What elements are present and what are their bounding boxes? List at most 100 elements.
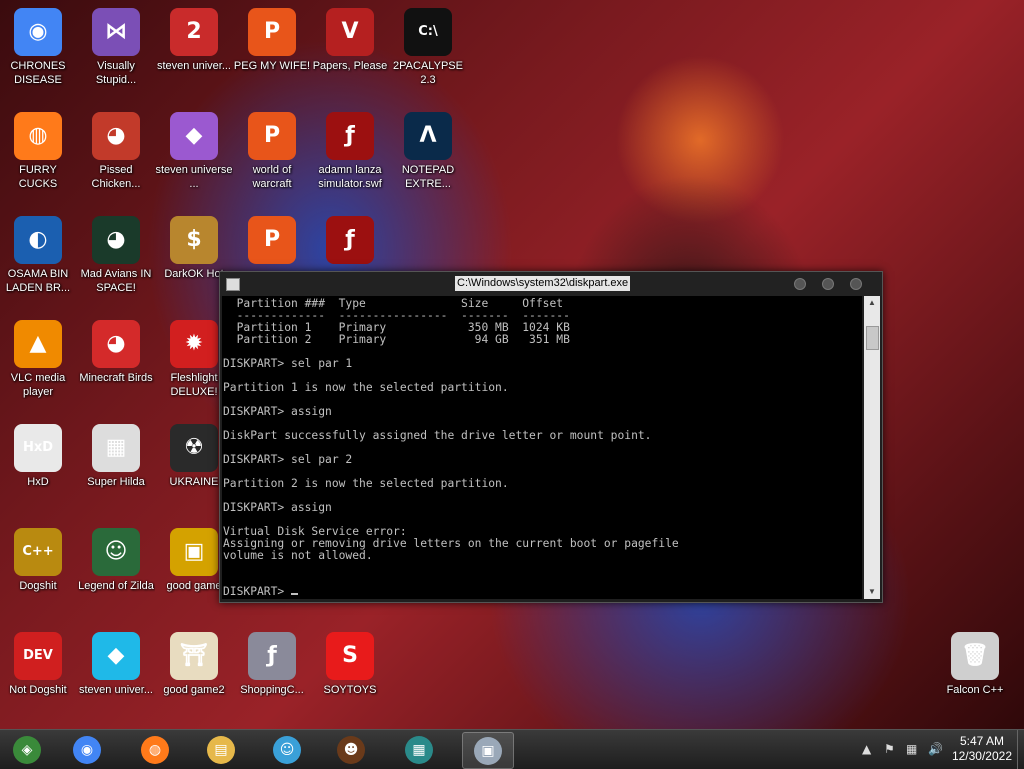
taskbar-button[interactable]: ◉: [62, 732, 112, 767]
dev-cpp-icon: DEV: [14, 632, 62, 680]
desktop-icon[interactable]: C++ Dogshit: [0, 528, 77, 593]
angry-birds-space-icon: ◕: [92, 216, 140, 264]
clock-time: 5:47 AM: [959, 734, 1004, 748]
clock-date: 12/30/2022: [951, 749, 1012, 763]
start-button: ◈: [13, 735, 41, 764]
desktop-icon[interactable]: 2 steven univer...: [155, 8, 233, 73]
desktop-icon-label: steven univer...: [157, 60, 231, 72]
taskbar-button[interactable]: ▦: [394, 732, 444, 767]
console-window-icon: ▣: [474, 736, 502, 765]
taskbar-button[interactable]: ☺: [262, 732, 312, 767]
recycle-bin-icon: 🗑: [951, 632, 999, 680]
chrome-icon: ◉: [14, 8, 62, 56]
chrome-icon: ◉: [73, 735, 101, 764]
desktop-icon-label: Dogshit: [19, 580, 57, 592]
desktop-icon[interactable]: ◕ Mad Avians IN SPACE!: [77, 216, 155, 295]
code-blocks-icon: C++: [14, 528, 62, 576]
taskbar-button[interactable]: ▣: [462, 732, 514, 769]
red-s-icon: S: [326, 632, 374, 680]
console-output[interactable]: Partition ### Type Size Offset ---------…: [222, 296, 862, 599]
desktop-icon[interactable]: ◆ steven univer...: [77, 632, 155, 697]
window-titlebar[interactable]: C:\Windows\system32\diskpart.exe: [220, 272, 882, 296]
desktop-icon-label: Pissed Chicken...: [91, 164, 141, 190]
desktop-icon[interactable]: P PEG MY WIFE!: [233, 8, 311, 73]
papers-please-icon: V: [326, 8, 374, 56]
desktop-icon[interactable]: ƒ adamn lanza simulator.swf: [311, 112, 389, 191]
minimize-button[interactable]: [794, 278, 806, 290]
start-button[interactable]: ◈: [2, 732, 52, 767]
desktop-icon-label: steven univer...: [79, 684, 153, 696]
desktop-icon[interactable]: ƒ ShoppingC...: [233, 632, 311, 697]
desktop-icon-label: Legend of Zilda: [78, 580, 154, 592]
desktop-icon[interactable]: ◕ Minecraft Birds: [77, 320, 155, 385]
desktop-icon-label: steven universe ...: [155, 164, 233, 190]
desktop-icon-label: Falcon C++: [946, 684, 1004, 696]
desktop-icon[interactable]: 🗑 Falcon C++: [936, 632, 1014, 697]
maximize-button[interactable]: [822, 278, 834, 290]
cmd-icon: C:\: [404, 8, 452, 56]
scroll-down-arrow-icon[interactable]: ▼: [864, 585, 880, 599]
p-logo-icon: P: [248, 112, 296, 160]
flag-icon[interactable]: ⚑: [884, 742, 895, 756]
network-icon[interactable]: ▦: [906, 742, 917, 756]
desktop-icon-label: Minecraft Birds: [79, 372, 153, 384]
vertical-scrollbar[interactable]: ▲ ▼: [864, 296, 880, 599]
text-cursor: [291, 593, 299, 595]
desktop-icon-label: VLC media player: [10, 372, 66, 398]
window-title: C:\Windows\system32\diskpart.exe: [455, 276, 631, 291]
desktop-icon[interactable]: C:\ 2PACALYPSE 2.3: [389, 8, 467, 87]
firefox-icon: ◍: [14, 112, 62, 160]
desktop-icon[interactable]: V Papers, Please: [311, 8, 389, 73]
radiation-icon: ☢: [170, 424, 218, 472]
desktop-icon[interactable]: DEV Not Dogshit: [0, 632, 77, 697]
desktop-icon-label: 2PACALYPSE 2.3: [393, 60, 463, 86]
desktop-icon[interactable]: ▲ VLC media player: [0, 320, 77, 399]
desktop-icon[interactable]: ☺ Legend of Zilda: [77, 528, 155, 593]
system-tray: ▲ ⚑ ▦ 🔊 5:47 AM 12/30/2022: [844, 730, 1024, 769]
volume-icon[interactable]: 🔊: [928, 742, 943, 756]
scrollbar-thumb[interactable]: [866, 326, 879, 350]
pixel-character-icon: ☺: [92, 528, 140, 576]
desktop-icon[interactable]: ƒ: [311, 216, 389, 267]
taskbar-button[interactable]: ▤: [196, 732, 246, 767]
desktop-icon-label: Visually Stupid...: [95, 60, 137, 86]
vlc-icon: ▲: [14, 320, 62, 368]
file-explorer-icon: ▤: [207, 735, 235, 764]
p-logo-icon: P: [248, 8, 296, 56]
hxd-icon: HxD: [14, 424, 62, 472]
notepad-extreme-icon: Λ: [404, 112, 452, 160]
desktop-icon[interactable]: ⛩ good game2: [155, 632, 233, 697]
desktop-icon[interactable]: Λ NOTEPAD EXTRE...: [389, 112, 467, 191]
desktop-icon[interactable]: ⋈ Visually Stupid...: [77, 8, 155, 87]
taskbar-button[interactable]: ☻: [326, 732, 376, 767]
taskbar-button[interactable]: ◍: [130, 732, 180, 767]
diskpart-window[interactable]: C:\Windows\system32\diskpart.exe Partiti…: [219, 271, 883, 603]
desktop-icon[interactable]: ▦ Super Hilda: [77, 424, 155, 489]
desktop-icon[interactable]: ◍ FURRY CUCKS: [0, 112, 77, 191]
visual-studio-icon: ⋈: [92, 8, 140, 56]
desktop-icon[interactable]: ◆ steven universe ...: [155, 112, 233, 191]
chevron-up-icon[interactable]: ▲: [862, 742, 871, 756]
desktop-icon-label: FURRY CUCKS: [18, 164, 58, 190]
clock[interactable]: 5:47 AM 12/30/2022: [952, 734, 1012, 764]
mahjong-tile-icon: ▣: [170, 528, 218, 576]
flash-icon: ƒ: [326, 216, 374, 264]
desktop-icon[interactable]: P: [233, 216, 311, 267]
console-text: Partition ### Type Size Offset ---------…: [223, 297, 679, 598]
desktop-icon[interactable]: Pworld of warcraft: [233, 112, 311, 191]
desktop-icon-label: Papers, Please: [312, 60, 388, 72]
desktop-icon[interactable]: ◉ CHRONES DISEASE: [0, 8, 77, 87]
pixel-dog-icon: ▦: [92, 424, 140, 472]
pokemon-2-icon: 2: [170, 8, 218, 56]
diamond-icon: ◆: [92, 632, 140, 680]
people-icon: ☺: [273, 735, 301, 764]
close-button[interactable]: [850, 278, 862, 290]
desktop-icon-label: HxD: [27, 476, 49, 488]
desktop-icon[interactable]: HxD HxD: [0, 424, 77, 489]
desktop-icon[interactable]: S SOYTOYS: [311, 632, 389, 697]
angry-birds-seasons-icon: ◕: [92, 112, 140, 160]
desktop-icon[interactable]: ◐ OSAMA BIN LADEN BR...: [0, 216, 77, 295]
desktop-icon[interactable]: ◕ Pissed Chicken...: [77, 112, 155, 191]
scroll-up-arrow-icon[interactable]: ▲: [864, 296, 880, 310]
show-desktop-button[interactable]: [1017, 730, 1024, 769]
